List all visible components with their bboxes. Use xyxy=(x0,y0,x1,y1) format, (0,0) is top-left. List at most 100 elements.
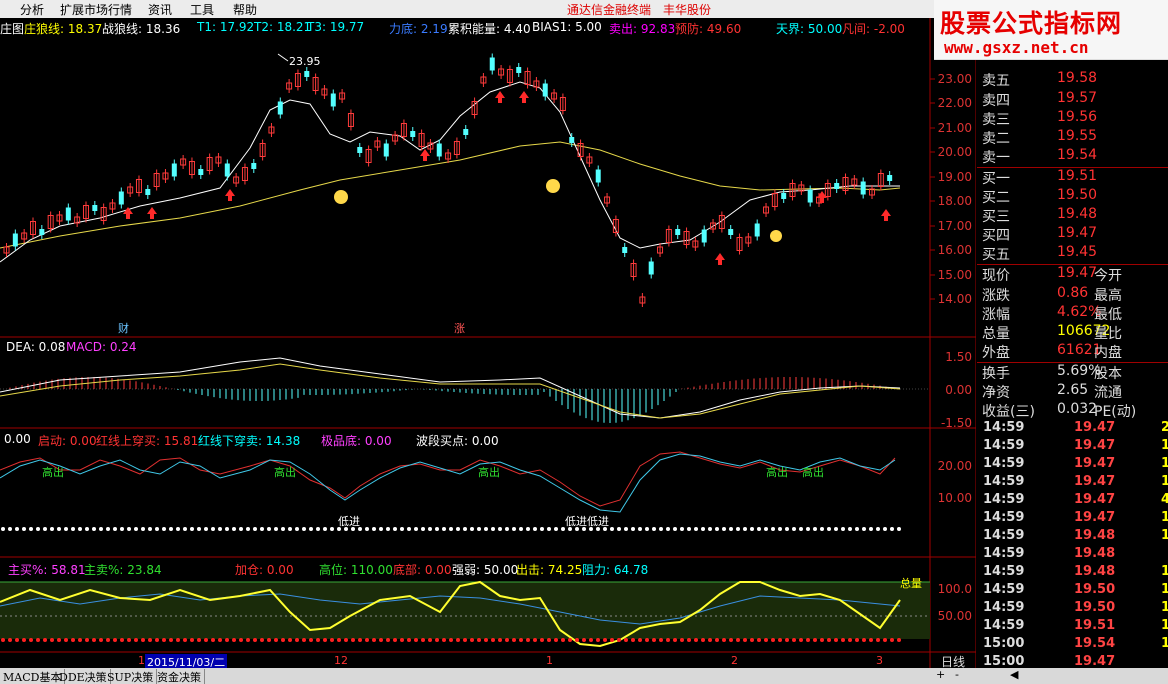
ind4-red-dot xyxy=(211,638,215,642)
ind4-red-dot xyxy=(239,638,243,642)
ind3-high-out-4: 高出 xyxy=(766,466,788,479)
order-label-3: 卖二 xyxy=(982,131,1010,147)
rise-marker: 涨 xyxy=(454,322,465,335)
tick-time-3: 14:59 xyxy=(983,474,1025,489)
ind3-item-5: 波段买点: 0.00 xyxy=(416,434,499,448)
ind4-red-dot xyxy=(1,638,5,642)
tick-row-7: 14:59 19.48 xyxy=(977,546,1168,564)
ind3-dot xyxy=(540,527,544,531)
ind4-red-dot xyxy=(197,638,201,642)
ind3-dot xyxy=(148,527,152,531)
tick-row-2: 14:59 19.47 10 xyxy=(977,456,1168,474)
tick-vol-12: 1 xyxy=(1161,636,1168,651)
ind4-red-dot xyxy=(127,638,131,642)
ind3-dot xyxy=(267,527,271,531)
ind3-axis-0: 20.00 xyxy=(937,459,972,473)
ind4-red-dot xyxy=(8,638,12,642)
up-arrow-icon xyxy=(225,189,235,201)
tick-vol-3: 1 xyxy=(1161,474,1168,489)
ind3-dot xyxy=(813,527,817,531)
ind4-red-dot xyxy=(610,638,614,642)
ind4-red-dot xyxy=(673,638,677,642)
ind3-dot xyxy=(281,527,285,531)
order-label-4: 卖一 xyxy=(982,150,1010,166)
macd-axis-2: -1.50 xyxy=(940,416,972,430)
ind4-red-dot xyxy=(512,638,516,642)
money-bag-icon xyxy=(770,230,782,242)
ind4-red-dot xyxy=(680,638,684,642)
ind4-red-dot xyxy=(393,638,397,642)
ind4-red-dot xyxy=(169,638,173,642)
tick-price-12: 19.54 xyxy=(1074,636,1116,651)
macd-axis-1: 0.00 xyxy=(945,383,972,397)
candle xyxy=(887,175,893,181)
ind4-red-dot xyxy=(337,638,341,642)
ind4-red-dot xyxy=(484,638,488,642)
ind3-dot xyxy=(673,527,677,531)
ind3-dot xyxy=(512,527,516,531)
tick-price-13: 19.47 xyxy=(1074,654,1116,669)
ind3-dot xyxy=(36,527,40,531)
ind4-red-dot xyxy=(743,638,747,642)
ind3-dot xyxy=(456,527,460,531)
ind3-dot xyxy=(372,527,376,531)
ind4-red-dot xyxy=(225,638,229,642)
ind3-dot xyxy=(519,527,523,531)
ind4-red-dot xyxy=(855,638,859,642)
order-row-4: 卖一 19.54 xyxy=(977,147,1168,166)
ind3-dot xyxy=(470,527,474,531)
ind4-red-dot xyxy=(36,638,40,642)
order-price-9: 19.45 xyxy=(1057,244,1098,260)
tick-price-0: 19.47 xyxy=(1074,420,1116,435)
ind3-dot xyxy=(827,527,831,531)
ind4-red-dot xyxy=(71,638,75,642)
ind3-dot xyxy=(463,527,467,531)
candle xyxy=(489,57,495,71)
tick-row-1: 14:59 19.47 1 xyxy=(977,438,1168,456)
order-row-0: 卖五 19.58 xyxy=(977,70,1168,89)
ind4-red-dot xyxy=(435,638,439,642)
ind4-red-dot xyxy=(176,638,180,642)
ind4-red-dot xyxy=(596,638,600,642)
candle xyxy=(304,71,310,77)
price-axis-6: 17.00 xyxy=(937,219,972,233)
ind3-low-in-group: 低进低进 xyxy=(565,515,609,528)
ind3-dots xyxy=(1,527,901,531)
price-axis-9: 14.00 xyxy=(937,292,972,306)
logo-title: 股票公式指标网 xyxy=(940,9,1123,38)
tab-dde[interactable]: DDE决策 xyxy=(56,669,111,684)
zoom-out-icon[interactable]: - xyxy=(955,668,959,681)
tab-fund[interactable]: 资金决策 xyxy=(154,669,205,684)
ind4-red-dot xyxy=(281,638,285,642)
ind4-red-dot xyxy=(267,638,271,642)
candle xyxy=(251,163,257,169)
candle xyxy=(118,191,124,205)
ind4-red-dot xyxy=(365,638,369,642)
quote-panel: 现价 19.47 今开 涨跌 0.86 最高 涨幅 4.62% 最低 总量 106672 量比 … xyxy=(977,264,1168,420)
ind3-dot xyxy=(617,527,621,531)
order-row-7: 买三 19.48 xyxy=(977,206,1168,225)
tick-row-5: 14:59 19.47 1 xyxy=(977,510,1168,528)
tick-row-3: 14:59 19.47 1 xyxy=(977,474,1168,492)
ind4-red-dot xyxy=(274,638,278,642)
ind3-dot xyxy=(85,527,89,531)
quote-label2-5: 股本 xyxy=(1094,366,1122,382)
ind3-item-3: 红线下穿卖: 14.38 xyxy=(198,434,301,448)
tab-sup[interactable]: SUP决策 xyxy=(104,669,158,684)
date-axis-month-5: 3 xyxy=(876,654,883,667)
order-price-0: 19.58 xyxy=(1057,70,1098,86)
scroll-left-icon[interactable]: ◀ xyxy=(1010,668,1018,681)
up-arrow-icon xyxy=(495,91,505,103)
zoom-in-icon[interactable]: + xyxy=(936,668,945,681)
quote-label2-7: PE(动) xyxy=(1094,404,1137,420)
ind3-dot xyxy=(610,527,614,531)
ind4-red-dot xyxy=(533,638,537,642)
order-label-8: 买四 xyxy=(982,228,1010,244)
date-axis-month-1: 1 xyxy=(138,654,145,667)
ind3-dot xyxy=(190,527,194,531)
ind3-dot xyxy=(750,527,754,531)
ind4-red-dot xyxy=(652,638,656,642)
ind4-red-dot xyxy=(351,638,355,642)
ind3-dot xyxy=(799,527,803,531)
ind3-dot xyxy=(687,527,691,531)
